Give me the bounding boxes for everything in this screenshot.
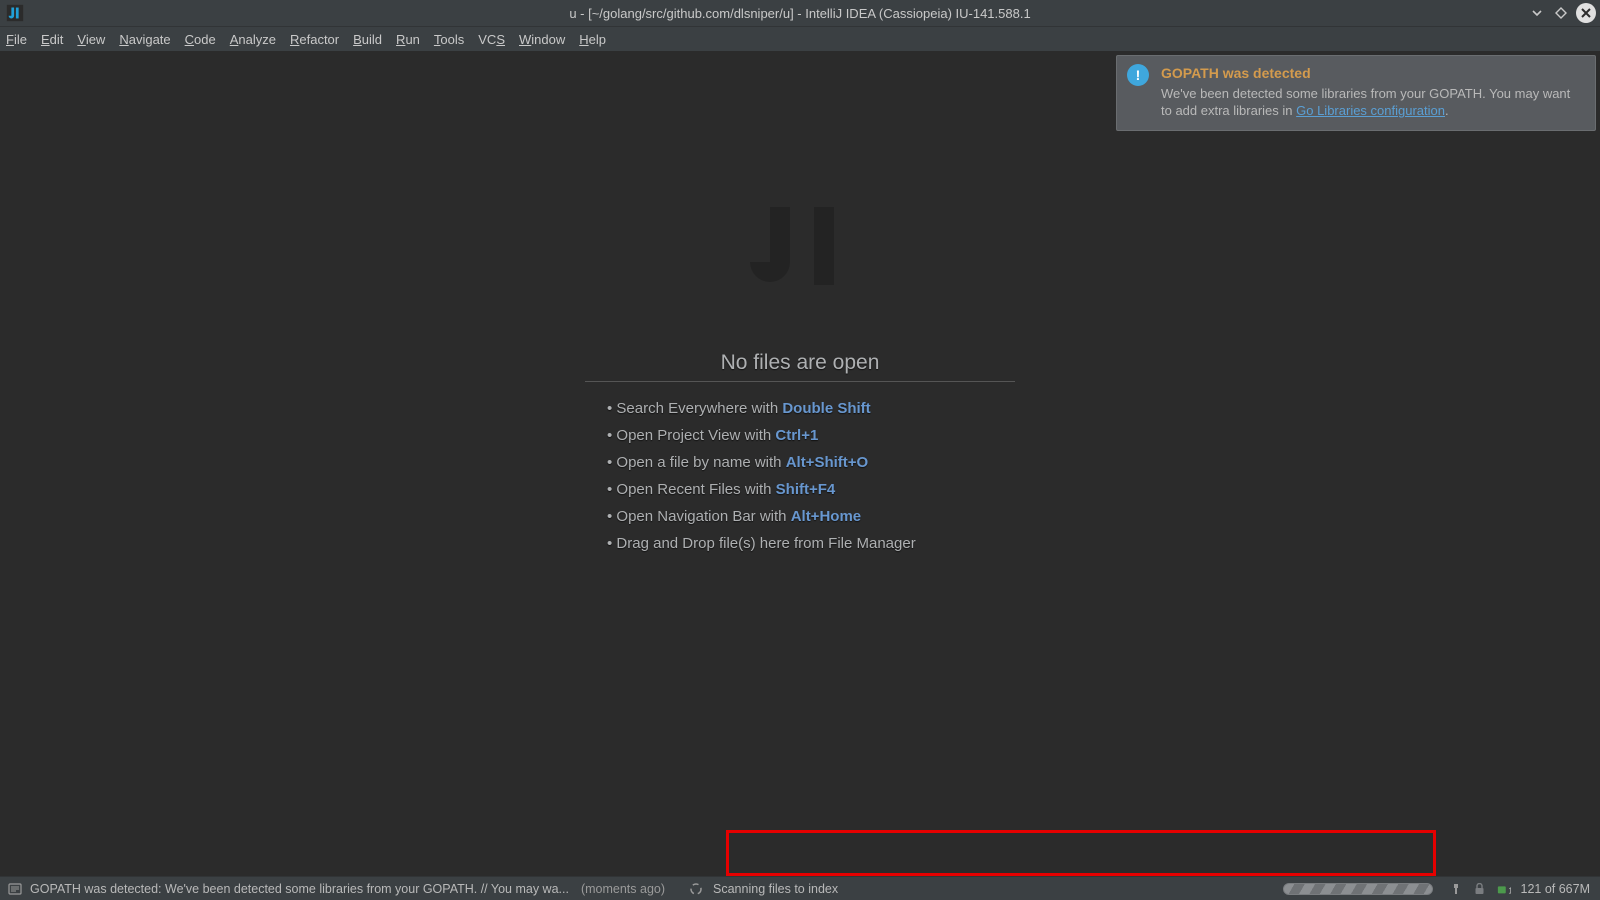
event-log-icon[interactable]	[8, 882, 22, 896]
shortcut-hint: Alt+Shift+O	[786, 454, 869, 471]
inspections-icon[interactable]	[1449, 882, 1463, 896]
shortcut-hint: Alt+Home	[791, 508, 861, 525]
welcome-tip: Open Project View with Ctrl+1	[607, 427, 1015, 444]
window-close-button[interactable]	[1576, 3, 1596, 23]
menu-build[interactable]: Build	[353, 32, 382, 47]
menu-navigate[interactable]: Navigate	[119, 32, 170, 47]
app-logo-icon	[4, 2, 26, 24]
welcome-tip: Open a file by name with Alt+Shift+O	[607, 454, 1015, 471]
intellij-watermark-icon	[750, 201, 850, 291]
memory-indicator[interactable]: 121 of 667M	[1521, 882, 1591, 896]
info-icon: !	[1127, 64, 1149, 86]
welcome-heading: No files are open	[585, 351, 1015, 382]
menu-window[interactable]: Window	[519, 32, 565, 47]
annotation-highlight-box	[726, 830, 1436, 876]
menu-tools[interactable]: Tools	[434, 32, 464, 47]
go-libraries-config-link[interactable]: Go Libraries configuration	[1296, 103, 1445, 118]
welcome-tip: Drag and Drop file(s) here from File Man…	[607, 535, 1015, 552]
welcome-tip: Search Everywhere with Double Shift	[607, 400, 1015, 417]
menu-refactor[interactable]: Refactor	[290, 32, 339, 47]
status-message[interactable]: GOPATH was detected: We've been detected…	[30, 882, 569, 896]
spinner-icon	[689, 882, 703, 896]
background-task-label[interactable]: Scanning files to index	[713, 882, 838, 896]
notification-title: GOPATH was detected	[1161, 64, 1581, 83]
menu-run[interactable]: Run	[396, 32, 420, 47]
welcome-tip: Open Recent Files with Shift+F4	[607, 481, 1015, 498]
menu-code[interactable]: Code	[185, 32, 216, 47]
status-time: (moments ago)	[581, 882, 665, 896]
menu-vcs[interactable]: VCS	[478, 32, 505, 47]
welcome-panel: No files are open Search Everywhere with…	[585, 201, 1015, 562]
notification-balloon: ! GOPATH was detected We've been detecte…	[1116, 55, 1596, 131]
menu-bar: File Edit View Navigate Code Analyze Refactor B…	[0, 26, 1600, 51]
notification-body: We've been detected some libraries from …	[1161, 85, 1581, 120]
menu-analyze[interactable]: Analyze	[230, 32, 276, 47]
window-titlebar: u - [~/golang/src/github.com/dlsniper/u]…	[0, 0, 1600, 26]
shortcut-hint: Ctrl+1	[775, 427, 818, 444]
welcome-tip: Open Navigation Bar with Alt+Home	[607, 508, 1015, 525]
svg-text:1: 1	[1508, 886, 1511, 895]
menu-help[interactable]: Help	[579, 32, 606, 47]
progress-bar[interactable]	[1283, 883, 1433, 895]
menu-view[interactable]: View	[77, 32, 105, 47]
vcs-status-icon[interactable]: 1	[1497, 882, 1511, 896]
shortcut-hint: Shift+F4	[776, 481, 836, 498]
menu-edit[interactable]: Edit	[41, 32, 63, 47]
menu-file[interactable]: File	[6, 32, 27, 47]
editor-empty-area: ! GOPATH was detected We've been detecte…	[0, 51, 1600, 876]
window-maximize-button[interactable]	[1552, 4, 1570, 22]
status-bar: GOPATH was detected: We've been detected…	[0, 876, 1600, 900]
window-title: u - [~/golang/src/github.com/dlsniper/u]…	[0, 6, 1600, 21]
shortcut-hint: Double Shift	[782, 400, 870, 417]
lock-icon[interactable]	[1473, 882, 1487, 896]
window-minimize-button[interactable]	[1528, 4, 1546, 22]
